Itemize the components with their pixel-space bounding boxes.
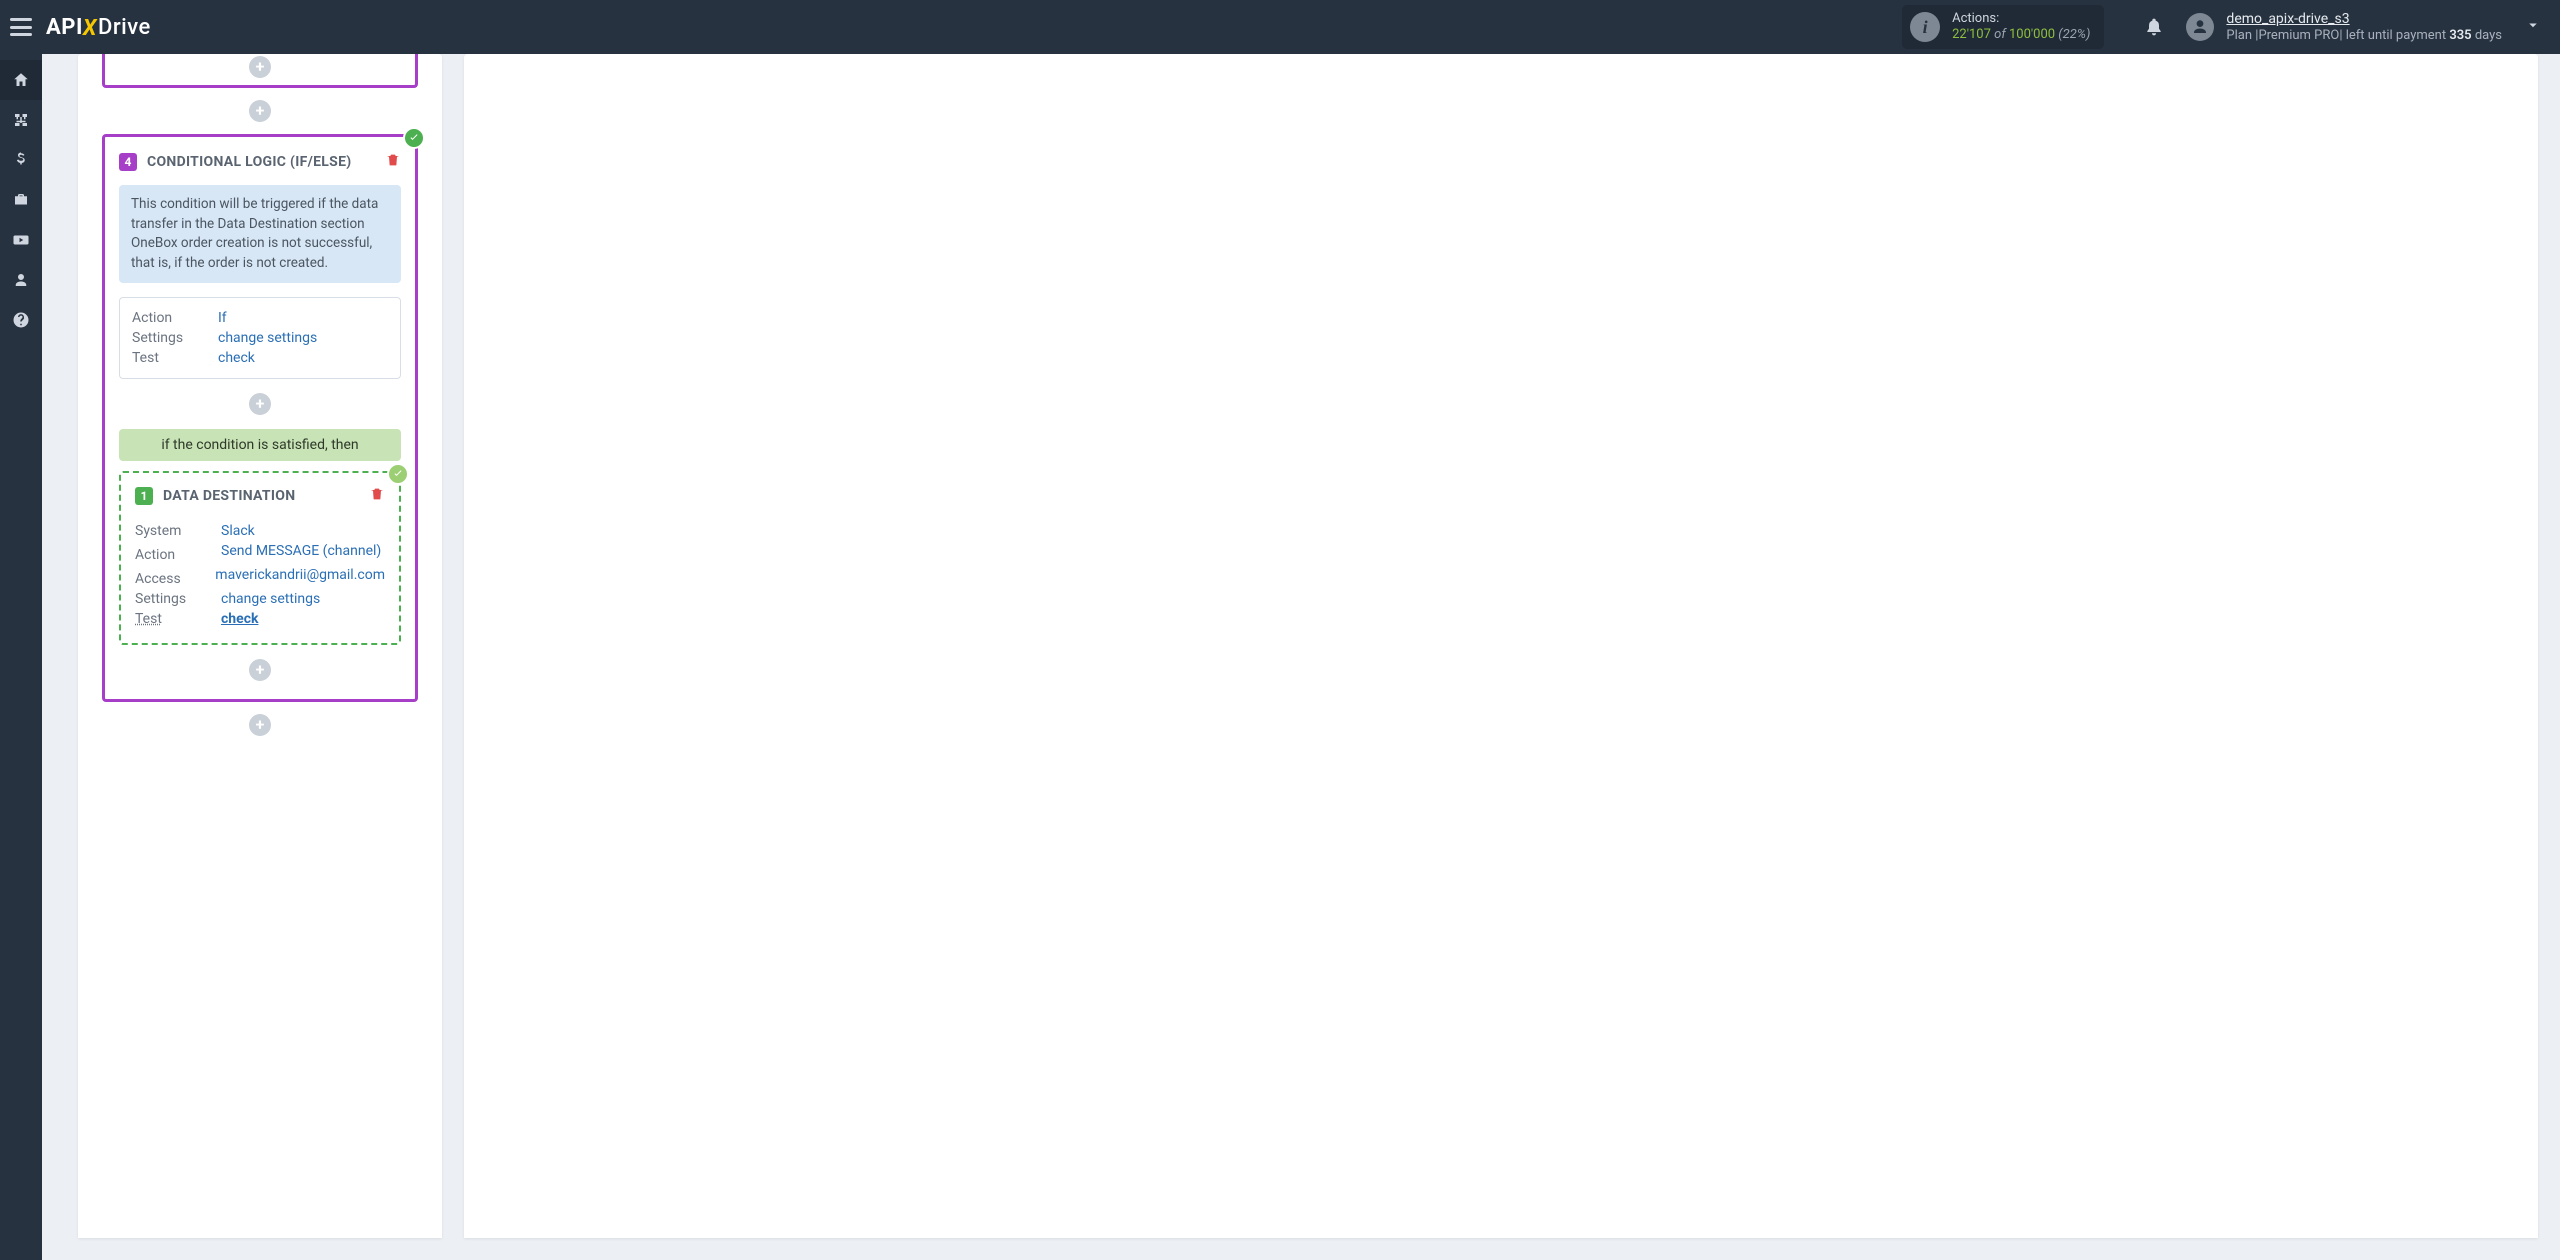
link-change-settings[interactable]: change settings (218, 330, 317, 346)
nested-link-check[interactable]: check (221, 611, 258, 627)
delete-step-button[interactable] (385, 151, 401, 173)
add-step-button-2[interactable]: + (249, 714, 271, 736)
label-action: Action (132, 310, 204, 326)
plan-line: Plan |Premium PRO| left until payment 33… (2226, 28, 2502, 44)
nested-status-check-icon (387, 463, 409, 485)
card-header: 4 CONDITIONAL LOGIC (IF/ELSE) (119, 151, 401, 173)
condition-settings: Action If Settings change settings Test … (119, 297, 401, 379)
nested-label-action: Action (135, 547, 207, 563)
topbar: APIXDrive i Actions: 22'107 of 100'000 (… (0, 0, 2560, 54)
logo-drive: Drive (98, 15, 151, 40)
actions-usage[interactable]: i Actions: 22'107 of 100'000 (22%) (1902, 5, 2104, 50)
nav-briefcase-icon[interactable] (0, 180, 42, 220)
nav-billing-icon[interactable] (0, 140, 42, 180)
nav-connections-icon[interactable] (0, 100, 42, 140)
add-inner-step-button[interactable]: + (249, 393, 271, 415)
detail-panel (464, 54, 2538, 1238)
add-after-nested-button[interactable]: + (249, 659, 271, 681)
nested-step-number: 1 (135, 487, 153, 505)
add-step-button[interactable]: + (249, 100, 271, 122)
nested-label-settings: Settings (135, 591, 207, 607)
nested-delete-button[interactable] (369, 485, 385, 507)
actions-pct: (22%) (2058, 27, 2090, 42)
user-block[interactable]: demo_apix-drive_s3 Plan |Premium PRO| le… (2226, 11, 2502, 43)
nested-card-title: DATA DESTINATION (163, 488, 295, 504)
condition-description: This condition will be triggered if the … (119, 185, 401, 283)
nav-profile-icon[interactable] (0, 260, 42, 300)
nested-data-destination: 1 DATA DESTINATION System Slack Action (119, 471, 401, 645)
actions-text: Actions: 22'107 of 100'000 (22%) (1952, 11, 2090, 44)
nav-home-icon[interactable] (0, 60, 42, 100)
menu-toggle[interactable] (10, 18, 32, 36)
step-number: 4 (119, 153, 137, 171)
add-between-2: + (102, 714, 418, 736)
nested-label-test: Test (135, 611, 207, 627)
info-icon: i (1910, 12, 1940, 42)
nested-label-access: Access (135, 571, 201, 587)
actions-label: Actions: (1952, 11, 2090, 27)
label-settings: Settings (132, 330, 204, 346)
nested-link-action[interactable]: Send MESSAGE (channel) (221, 543, 381, 559)
nav-video-icon[interactable] (0, 220, 42, 260)
avatar-icon[interactable] (2186, 13, 2214, 41)
logo-x: X (83, 16, 97, 41)
nested-link-system[interactable]: Slack (221, 523, 255, 539)
logo-api: API (46, 15, 83, 40)
add-step-inner[interactable]: + (249, 56, 271, 78)
actions-limit: 100'000 (2009, 27, 2055, 42)
link-action-if[interactable]: If (218, 310, 227, 326)
left-rail (0, 54, 42, 1260)
status-check-icon (403, 127, 425, 149)
nested-link-access[interactable]: maverickandrii@gmail.com (215, 567, 385, 583)
nested-link-settings[interactable]: change settings (221, 591, 320, 607)
workflow-panel: + + 4 CONDITIONAL LOGIC (IF/ELSE) This c… (78, 54, 442, 1238)
add-between-1: + (102, 100, 418, 122)
card-title: CONDITIONAL LOGIC (IF/ELSE) (147, 154, 351, 170)
actions-of: of (1994, 27, 2006, 42)
page: + + 4 CONDITIONAL LOGIC (IF/ELSE) This c… (42, 54, 2560, 1260)
nested-label-system: System (135, 523, 207, 539)
prev-card-remnant: + (102, 54, 418, 88)
link-check[interactable]: check (218, 350, 255, 366)
username: demo_apix-drive_s3 (2226, 11, 2502, 28)
actions-used: 22'107 (1952, 27, 1991, 42)
label-test: Test (132, 350, 204, 366)
logo[interactable]: APIXDrive (46, 15, 151, 40)
condition-true-band: if the condition is satisfied, then (119, 429, 401, 461)
card-conditional-logic: 4 CONDITIONAL LOGIC (IF/ELSE) This condi… (102, 134, 418, 702)
notifications-icon[interactable] (2144, 17, 2164, 37)
nav-help-icon[interactable] (0, 300, 42, 340)
user-menu-toggle[interactable] (2524, 16, 2542, 38)
